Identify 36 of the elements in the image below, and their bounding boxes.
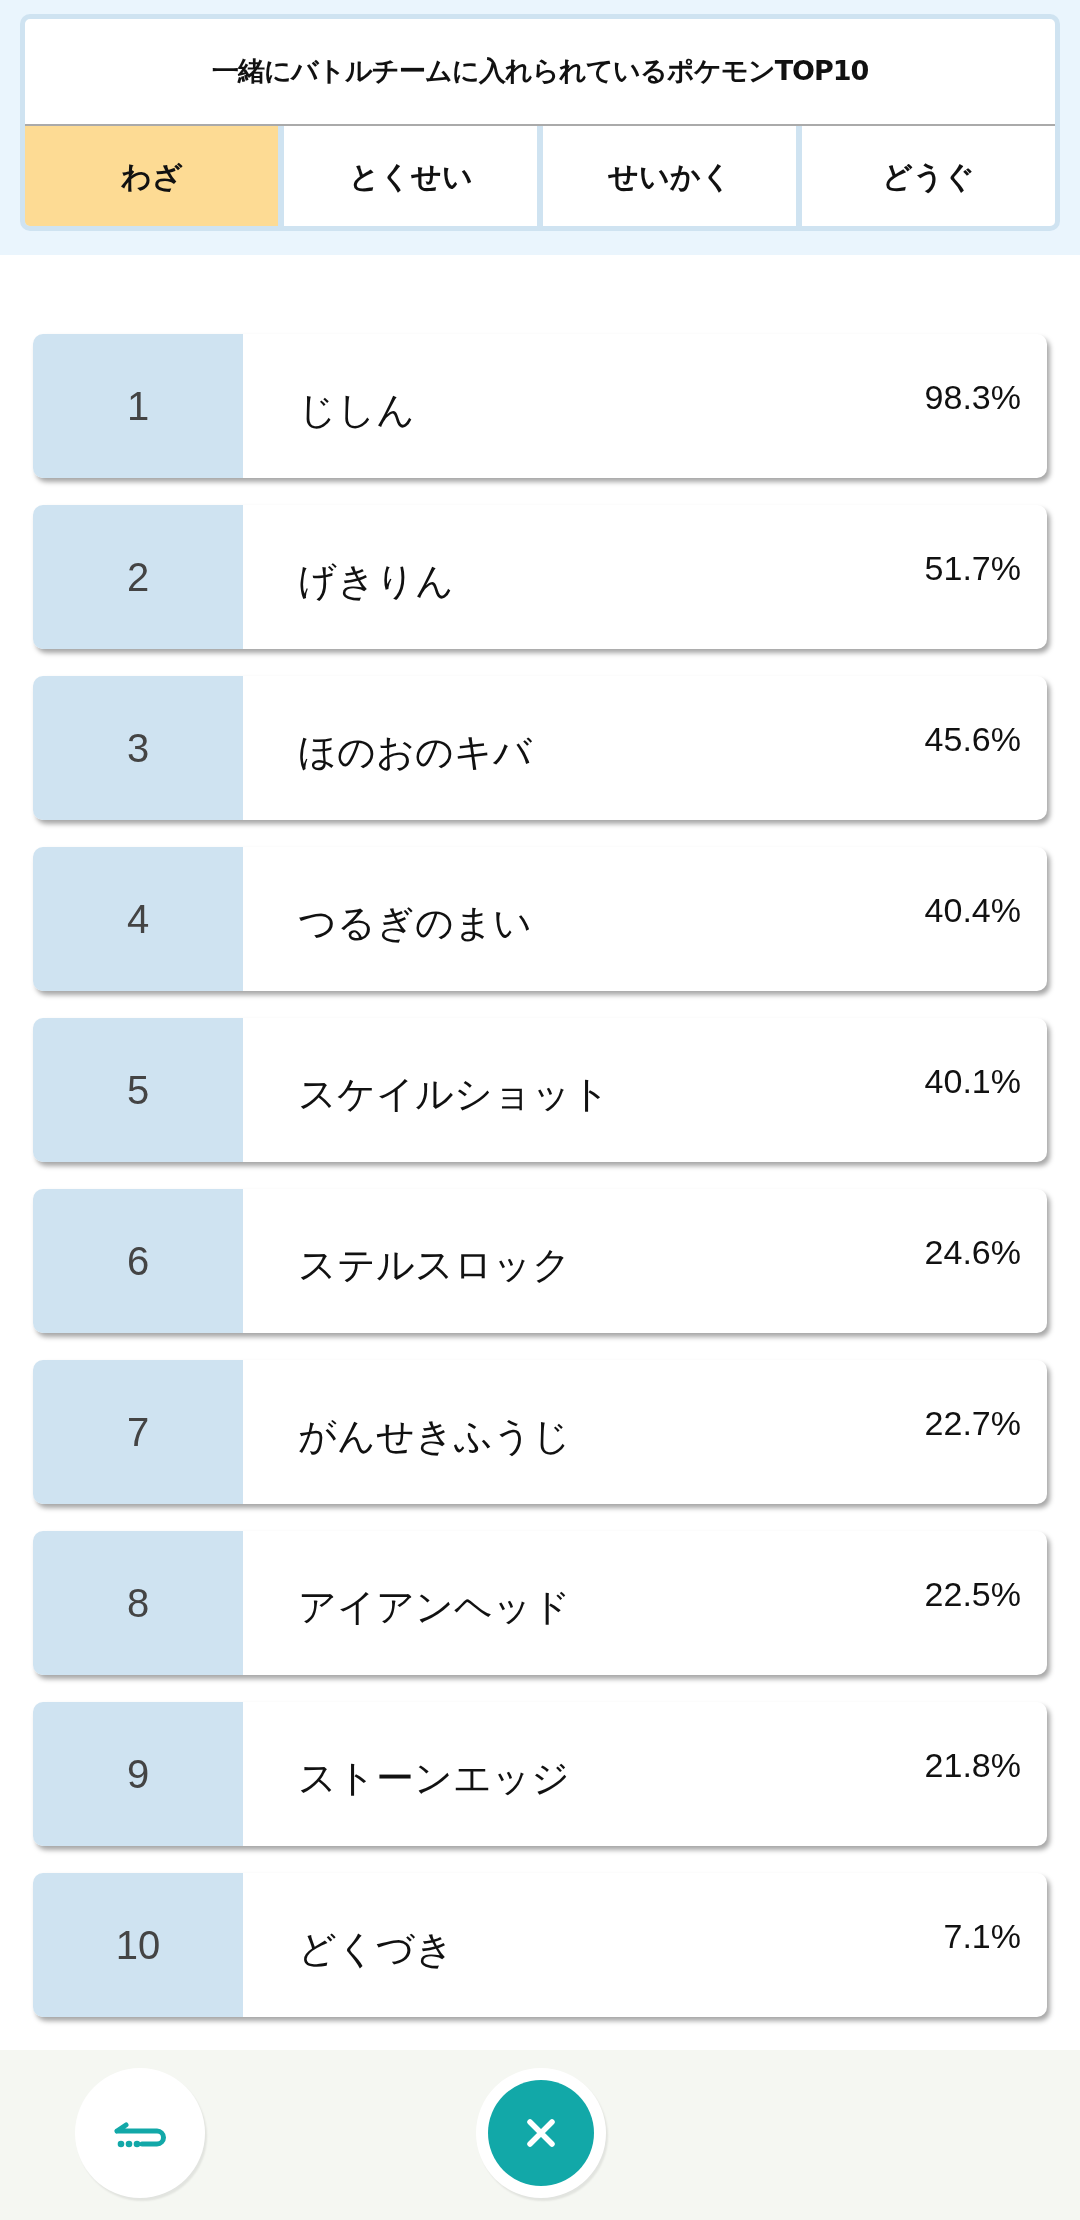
usage-percent: 40.1%	[924, 1061, 1021, 1102]
tab[interactable]: とくせい	[284, 126, 537, 226]
move-name: げきりん	[298, 558, 454, 605]
header-title: 一緒にバトルチームに入れられているポケモンTOP10	[211, 54, 869, 89]
rank-number: 10	[115, 1922, 161, 1969]
move-name: アイアンヘッド	[298, 1584, 571, 1631]
tab[interactable]: どうぐ	[802, 126, 1055, 226]
rank-number: 6	[126, 1238, 150, 1285]
usage-percent: 24.6%	[924, 1232, 1021, 1273]
usage-percent: 40.4%	[924, 890, 1021, 931]
rank-number: 3	[126, 725, 150, 772]
rank-number: 9	[126, 1751, 150, 1798]
move-name: じしん	[298, 387, 415, 434]
usage-percent: 22.7%	[924, 1403, 1021, 1444]
close-icon	[526, 2118, 556, 2148]
rank-number: 4	[126, 896, 150, 943]
tab[interactable]: せいかく	[543, 126, 796, 226]
move-name: ストーンエッジ	[298, 1755, 570, 1802]
move-name: ステルスロック	[298, 1242, 571, 1289]
move-name: スケイルショット	[298, 1071, 610, 1118]
usage-percent: 22.5%	[924, 1574, 1021, 1615]
rank-number: 5	[126, 1067, 150, 1114]
rank-number: 8	[126, 1580, 150, 1627]
rank-number: 1	[126, 383, 150, 430]
move-name: つるぎのまい	[298, 900, 532, 947]
usage-percent: 45.6%	[924, 719, 1021, 760]
usage-percent: 7.1%	[943, 1916, 1021, 1957]
usage-percent: 51.7%	[924, 548, 1021, 589]
move-name: どくづき	[298, 1926, 454, 1973]
rank-number: 7	[126, 1409, 150, 1456]
move-name: ほのおのキバ	[298, 729, 532, 776]
tab[interactable]: わざ	[25, 126, 278, 226]
rank-number: 2	[126, 554, 150, 601]
usage-percent: 21.8%	[924, 1745, 1021, 1786]
usage-percent: 98.3%	[924, 377, 1021, 418]
move-name: がんせきふうじ	[298, 1413, 571, 1460]
